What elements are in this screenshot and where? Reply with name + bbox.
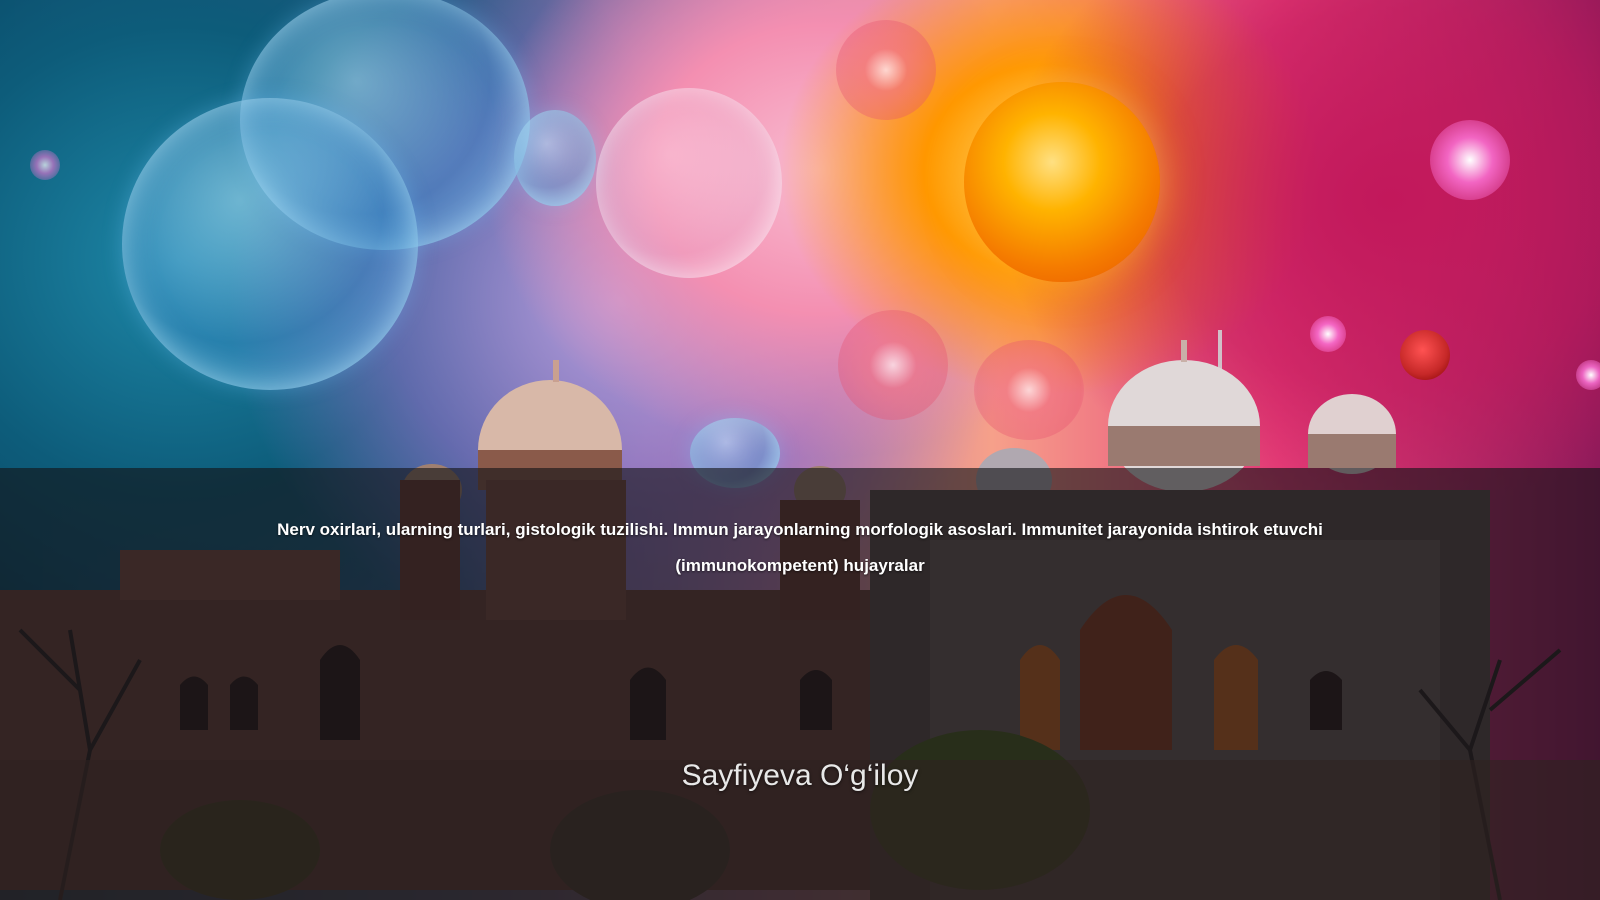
cell-bubble [514,110,596,206]
glow-particle [1430,120,1510,200]
slide-author: Sayfiyeva O‘g‘iloy [681,759,919,792]
cell-bubble [596,88,782,278]
sun-cell-bubble [964,82,1160,282]
cell-bubble [836,20,936,120]
slide-title: Nerv oxirlari, ularning turlari, gistolo… [277,520,1323,575]
presentation-slide: Nerv oxirlari, ularning turlari, gistolo… [0,0,1600,900]
glow-particle [30,150,60,180]
